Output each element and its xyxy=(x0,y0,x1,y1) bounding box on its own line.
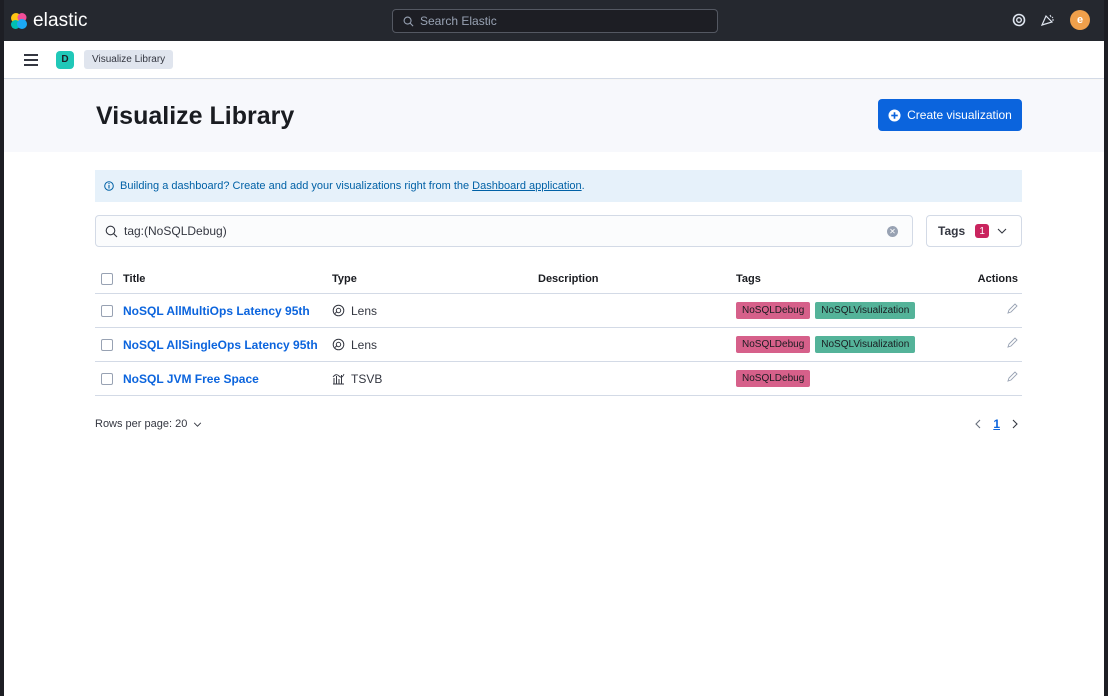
row-checkbox[interactable] xyxy=(101,372,113,385)
visualization-title-link[interactable]: NoSQL AllSingleOps Latency 95th xyxy=(123,338,318,352)
visualization-search[interactable]: ✕ xyxy=(95,215,913,247)
tag-badge[interactable]: NoSQLVisualization xyxy=(815,336,916,353)
tag-badge[interactable]: NoSQLDebug xyxy=(736,336,811,353)
lens-icon xyxy=(332,304,345,317)
page-number-current[interactable]: 1 xyxy=(993,417,1000,431)
info-callout: Building a dashboard? Create and add you… xyxy=(95,170,1022,202)
breadcrumb: Visualize Library xyxy=(84,50,174,69)
elastic-logo-icon xyxy=(11,12,27,29)
tags-filter-label: Tags xyxy=(938,224,966,238)
table-row: NoSQL AllMultiOps Latency 95th Lens NoSQ… xyxy=(95,294,1022,328)
rows-per-page-label: Rows per page: 20 xyxy=(95,418,188,430)
column-tags: Tags xyxy=(736,272,761,285)
edit-pencil-icon[interactable] xyxy=(1006,371,1018,383)
elastic-logo[interactable]: elastic xyxy=(10,10,88,32)
callout-trailing: . xyxy=(581,180,585,192)
clear-search-icon[interactable]: ✕ xyxy=(887,226,898,237)
top-bar: elastic e xyxy=(4,0,1104,41)
visualization-type: Lens xyxy=(351,303,378,318)
header-breadcrumb-bar: D Visualize Library xyxy=(4,41,1104,79)
select-all-checkbox[interactable] xyxy=(101,272,113,285)
info-icon xyxy=(104,181,114,191)
edit-pencil-icon[interactable] xyxy=(1006,337,1018,349)
rows-per-page-select[interactable]: Rows per page: 20 xyxy=(95,418,202,430)
search-icon xyxy=(105,225,118,237)
chevron-down-icon xyxy=(194,422,202,427)
column-description: Description xyxy=(538,272,599,285)
column-type[interactable]: Type xyxy=(332,273,538,285)
dashboard-application-link[interactable]: Dashboard application xyxy=(472,180,581,192)
visualization-title-link[interactable]: NoSQL JVM Free Space xyxy=(123,372,259,386)
tag-badge[interactable]: NoSQLDebug xyxy=(736,370,811,387)
plus-circle-icon xyxy=(888,108,901,122)
create-visualization-label: Create visualization xyxy=(907,108,1012,122)
pagination: 1 xyxy=(975,417,1022,431)
visualization-type: Lens xyxy=(351,337,378,352)
chevron-right-icon[interactable] xyxy=(1012,419,1018,429)
space-avatar[interactable]: D xyxy=(56,50,74,69)
visualization-title-link[interactable]: NoSQL AllMultiOps Latency 95th xyxy=(123,304,310,318)
tag-badge[interactable]: NoSQLVisualization xyxy=(815,302,916,319)
callout-text: Building a dashboard? Create and add you… xyxy=(120,180,470,192)
global-search-input[interactable] xyxy=(420,14,700,28)
table-row: NoSQL AllSingleOps Latency 95th Lens NoS… xyxy=(95,328,1022,362)
row-checkbox[interactable] xyxy=(101,304,113,317)
tsvb-icon xyxy=(332,373,345,385)
user-avatar[interactable]: e xyxy=(1070,10,1090,30)
column-title[interactable]: Title xyxy=(123,273,332,285)
news-feed-icon[interactable] xyxy=(1040,13,1056,27)
window-frame-right xyxy=(1104,0,1108,696)
lens-icon xyxy=(332,338,345,351)
visualization-type: TSVB xyxy=(351,371,383,386)
tag-badge[interactable]: NoSQLDebug xyxy=(736,302,811,319)
column-actions: Actions xyxy=(977,272,1018,285)
visualizations-table: Title Type Description Tags Actions NoSQ… xyxy=(95,264,1022,396)
row-checkbox[interactable] xyxy=(101,338,113,351)
chevron-left-icon[interactable] xyxy=(975,419,981,429)
search-icon xyxy=(403,16,414,26)
page-title: Visualize Library xyxy=(96,102,295,130)
menu-toggle-icon[interactable] xyxy=(24,53,38,66)
brand-name: elastic xyxy=(33,9,88,31)
page-header: Visualize Library Create visualization xyxy=(4,80,1104,152)
table-row: NoSQL JVM Free Space TSVB NoSQLDebug xyxy=(95,362,1022,396)
edit-pencil-icon[interactable] xyxy=(1006,303,1018,315)
global-search[interactable] xyxy=(392,9,718,33)
tags-count-badge: 1 xyxy=(975,224,990,238)
visualization-search-input[interactable] xyxy=(124,224,864,238)
create-visualization-button[interactable]: Create visualization xyxy=(878,99,1022,131)
tags-filter-button[interactable]: Tags 1 xyxy=(926,215,1022,247)
help-icon[interactable] xyxy=(1012,13,1026,27)
table-header: Title Type Description Tags Actions xyxy=(95,264,1022,294)
table-footer: Rows per page: 20 1 xyxy=(95,414,1022,434)
chevron-down-icon xyxy=(997,228,1007,234)
